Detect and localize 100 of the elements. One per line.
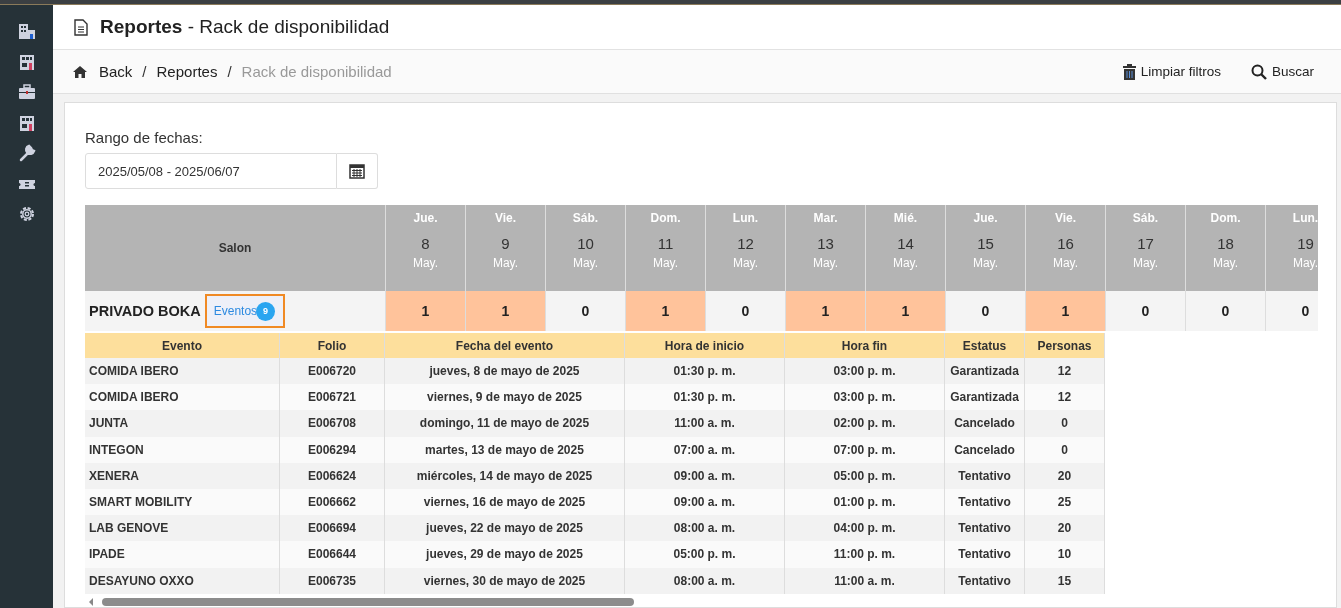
day-number: 19 bbox=[1297, 235, 1314, 252]
home-icon[interactable] bbox=[73, 65, 87, 78]
settings-icon[interactable] bbox=[17, 205, 36, 223]
table-cell: 02:00 p. m. bbox=[785, 410, 945, 437]
table-cell: domingo, 11 de mayo de 2025 bbox=[385, 410, 625, 437]
clear-filters-button[interactable]: Limpiar filtros bbox=[1122, 63, 1221, 80]
breadcrumb-separator: / bbox=[227, 63, 232, 80]
table-cell: XENERA bbox=[85, 462, 280, 489]
day-number: 16 bbox=[1057, 235, 1074, 252]
weekday-label: Dom. bbox=[650, 211, 681, 225]
date-range-label: Rango de fechas: bbox=[85, 129, 204, 146]
table-cell: 15 bbox=[1025, 567, 1105, 594]
briefcase-icon[interactable] bbox=[17, 83, 36, 101]
day-number: 17 bbox=[1137, 235, 1154, 252]
month-label: May. bbox=[972, 256, 999, 270]
table-cell: 05:00 p. m. bbox=[785, 462, 945, 489]
month-label: May. bbox=[1052, 256, 1079, 270]
availability-cell: 1 bbox=[385, 291, 465, 331]
table-cell: miércoles, 14 de mayo de 2025 bbox=[385, 462, 625, 489]
weekday-label: Lun. bbox=[1292, 211, 1318, 225]
table-cell: martes, 13 de mayo de 2025 bbox=[385, 436, 625, 463]
month-label: May. bbox=[892, 256, 919, 270]
calendar-icon[interactable] bbox=[349, 163, 365, 179]
weekday-label: Jue. bbox=[973, 211, 998, 225]
weekday-label: Dom. bbox=[1210, 211, 1241, 225]
buildings-icon[interactable] bbox=[17, 22, 36, 40]
day-number: 12 bbox=[737, 235, 754, 252]
table-cell: 08:00 a. m. bbox=[625, 567, 785, 594]
weekday-label: Lun. bbox=[732, 211, 759, 225]
month-label: May. bbox=[652, 256, 679, 270]
breadcrumb-separator: / bbox=[142, 63, 147, 80]
weekday-label: Vie. bbox=[494, 211, 517, 225]
table-cell: Cancelado bbox=[945, 410, 1025, 437]
scroll-left-icon[interactable] bbox=[89, 597, 93, 606]
table-cell: Tentativo bbox=[945, 541, 1025, 568]
month-label: May. bbox=[812, 256, 839, 270]
trash-icon[interactable] bbox=[1122, 63, 1136, 80]
table-cell: 07:00 a. m. bbox=[625, 436, 785, 463]
table-cell: JUNTA bbox=[85, 410, 280, 437]
month-label: May. bbox=[412, 256, 439, 270]
search-icon[interactable] bbox=[1250, 63, 1267, 80]
table-cell: IPADE bbox=[85, 541, 280, 568]
day-number: 11 bbox=[657, 235, 674, 252]
table-cell: INTEGON bbox=[85, 436, 280, 463]
breadcrumb-link[interactable]: Reportes bbox=[156, 63, 218, 80]
table-cell: 20 bbox=[1025, 462, 1105, 489]
month-label: May. bbox=[1132, 256, 1159, 270]
month-label: May. bbox=[492, 256, 519, 270]
day-number: 18 bbox=[1217, 235, 1234, 252]
table-cell: 11:00 a. m. bbox=[625, 410, 785, 437]
table-cell: 0 bbox=[1025, 410, 1105, 437]
salon-name: PRIVADO BOKA bbox=[89, 303, 201, 319]
availability-cell: 1 bbox=[465, 291, 545, 331]
weekday-label: Sáb. bbox=[1132, 211, 1159, 225]
weekday-label: Mar. bbox=[813, 211, 838, 225]
table-cell: viernes, 30 de mayo de 2025 bbox=[385, 567, 625, 594]
month-label: May. bbox=[1292, 256, 1318, 270]
availability-cell: 1 bbox=[865, 291, 945, 331]
table-cell: E006735 bbox=[280, 567, 385, 594]
table-cell: Tentativo bbox=[945, 567, 1025, 594]
wrench-icon[interactable] bbox=[17, 144, 36, 162]
table-cell: Cancelado bbox=[945, 436, 1025, 463]
weekday-label: Sáb. bbox=[572, 211, 599, 225]
table-cell: DESAYUNO OXXO bbox=[85, 567, 280, 594]
breadcrumb-link[interactable]: Back bbox=[99, 63, 133, 80]
weekday-label: Jue. bbox=[413, 211, 438, 225]
day-number: 10 bbox=[577, 235, 594, 252]
table-cell: E006294 bbox=[280, 436, 385, 463]
day-number: 13 bbox=[817, 235, 834, 252]
day-number: 9 bbox=[501, 235, 510, 252]
availability-cell: 1 bbox=[625, 291, 705, 331]
month-label: May. bbox=[732, 256, 759, 270]
calendar-button[interactable] bbox=[337, 153, 378, 189]
table-cell: 07:00 p. m. bbox=[785, 436, 945, 463]
document-icon bbox=[74, 18, 88, 36]
weekday-label: Vie. bbox=[1054, 211, 1077, 225]
month-label: May. bbox=[1212, 256, 1239, 270]
table-cell: E006644 bbox=[280, 541, 385, 568]
month-label: May. bbox=[572, 256, 599, 270]
day-number: 14 bbox=[897, 235, 914, 252]
table-cell: E006624 bbox=[280, 462, 385, 489]
table-cell: E006708 bbox=[280, 410, 385, 437]
store-icon[interactable] bbox=[17, 113, 36, 132]
weekday-label: Mié. bbox=[893, 211, 918, 225]
availability-cell: 1 bbox=[1025, 291, 1105, 331]
page-title: Reportes - Rack de disponibilidad bbox=[100, 16, 390, 38]
column-header: Salon bbox=[85, 205, 385, 291]
table-cell: 10 bbox=[1025, 541, 1105, 568]
table-cell: jueves, 29 de mayo de 2025 bbox=[385, 541, 625, 568]
table-cell: Tentativo bbox=[945, 462, 1025, 489]
day-number: 8 bbox=[421, 235, 430, 252]
table-cell: 05:00 p. m. bbox=[625, 541, 785, 568]
date-range-field[interactable]: 2025/05/08 - 2025/06/07 bbox=[85, 153, 337, 189]
count-badge: 9 bbox=[256, 301, 276, 321]
store-icon[interactable] bbox=[17, 52, 36, 71]
table-cell: 11:00 p. m. bbox=[785, 541, 945, 568]
availability-cell: 1 bbox=[785, 291, 865, 331]
table-cell: 0 bbox=[1025, 436, 1105, 463]
search-button[interactable]: Buscar bbox=[1250, 63, 1314, 80]
table-cell: 09:00 a. m. bbox=[625, 462, 785, 489]
